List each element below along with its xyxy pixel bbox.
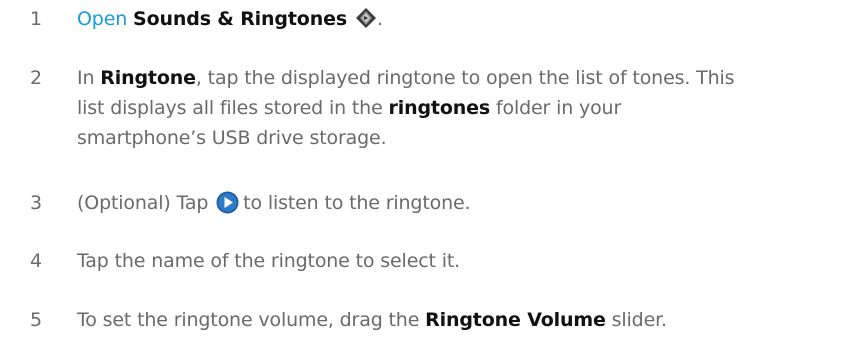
- step-text: (Optional) Tap to listen to the ringtone…: [77, 188, 837, 218]
- step-period: .: [376, 8, 383, 30]
- step-text-part: smartphone’s USB drive storage.: [77, 127, 387, 149]
- step-text: In Ringtone, tap the displayed ringtone …: [77, 63, 837, 153]
- step-text-part: list displays all files stored in the: [77, 97, 389, 119]
- sounds-ringtones-icon: [355, 7, 377, 29]
- ringtone-volume-label: Ringtone Volume: [425, 309, 606, 331]
- step-number: 3: [30, 192, 43, 214]
- step-text-part: to listen to the ringtone.: [243, 192, 471, 214]
- ringtone-label: Ringtone: [100, 67, 196, 89]
- step-text-part: To set the ringtone volume, drag the: [77, 309, 426, 331]
- step-text-part: (Optional) Tap: [77, 192, 209, 214]
- instruction-steps: 1 Open Sounds & Ringtones . 2 In Rington…: [0, 0, 850, 362]
- step-text-part: slider.: [605, 309, 667, 331]
- step-text-part: In: [77, 67, 101, 89]
- step-number: 4: [30, 250, 43, 272]
- step-text: Open Sounds & Ringtones .: [77, 4, 837, 34]
- step-text-part: , tap the displayed ringtone to open the…: [195, 67, 735, 89]
- step-number: 1: [30, 8, 43, 30]
- sounds-ringtones-label: Sounds & Ringtones: [133, 8, 347, 30]
- step-text: Tap the name of the ringtone to select i…: [77, 246, 837, 276]
- step-text-part: folder in your: [490, 97, 622, 119]
- open-link[interactable]: Open: [77, 8, 127, 30]
- play-icon[interactable]: [216, 191, 239, 214]
- step-number: 2: [30, 67, 43, 89]
- ringtones-folder-label: ringtones: [388, 97, 491, 119]
- step-text-part: Tap the name of the ringtone to select i…: [77, 250, 461, 272]
- step-text: To set the ringtone volume, drag the Rin…: [77, 305, 837, 335]
- step-number: 5: [30, 309, 43, 331]
